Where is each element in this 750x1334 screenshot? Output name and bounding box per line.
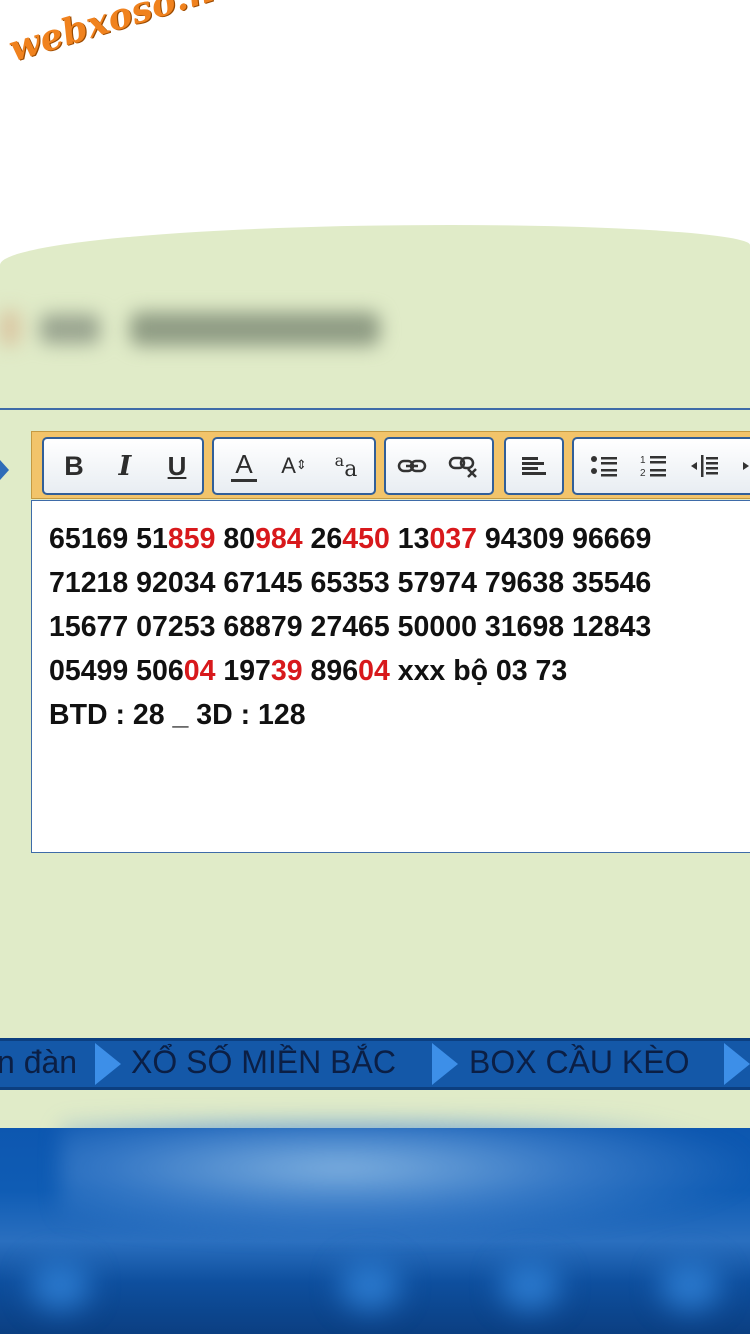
editor-content-area[interactable]: 65169 51859 80984 26450 13037 94309 9666…: [31, 500, 750, 853]
content-text: 197: [215, 655, 271, 687]
svg-text:1: 1: [640, 455, 646, 466]
content-text: 80: [215, 523, 256, 555]
underline-button[interactable]: U: [157, 439, 197, 493]
bold-button[interactable]: B: [54, 439, 94, 493]
font-case-icon: aa: [334, 450, 358, 482]
bullet-list-button[interactable]: [584, 439, 624, 493]
font-case-button[interactable]: aa: [326, 439, 366, 493]
numbered-list-icon: 12: [640, 453, 668, 479]
toolbar-group-link: [384, 437, 494, 495]
indent-button[interactable]: [734, 439, 750, 493]
bold-icon: B: [64, 450, 84, 481]
content-line: 15677 07253 68879 27465 50000 31698 1284…: [49, 605, 651, 649]
content-text: xxx bộ 03 73: [389, 655, 568, 687]
indent-icon: [739, 453, 750, 479]
content-text: 896: [302, 655, 359, 687]
toolbar-group-list: 12: [572, 437, 750, 495]
text-color-button[interactable]: A: [224, 439, 264, 493]
category-nav-bar: n đàn XỔ SỐ MIỀN BẮC BOX CẦU KÈO: [0, 1038, 750, 1090]
content-line: 71218 92034 67145 65353 57974 79638 3554…: [49, 561, 651, 605]
outdent-icon: [689, 453, 719, 479]
toolbar-group-font: A A⇕ aa: [212, 437, 376, 495]
arrow-right-icon: [0, 460, 9, 480]
content-text: 13: [389, 523, 430, 555]
text-color-icon: A: [231, 451, 257, 482]
font-size-button[interactable]: A⇕: [274, 439, 314, 493]
align-left-button[interactable]: [514, 439, 554, 493]
highlighted-number: 450: [342, 523, 390, 555]
footer-blurred-icons: [0, 1240, 750, 1330]
italic-icon: I: [118, 450, 132, 482]
post-content: 65169 51859 80984 26450 13037 94309 9666…: [49, 517, 651, 737]
content-text: 05499 506: [49, 655, 184, 687]
unlink-icon: [448, 453, 480, 479]
highlighted-number: 39: [270, 655, 303, 687]
italic-button[interactable]: I: [105, 439, 145, 493]
highlighted-number: 04: [358, 655, 390, 687]
nav-item-box-cau-keo[interactable]: BOX CẦU KÈO: [469, 1044, 690, 1081]
highlighted-number: 037: [429, 523, 477, 555]
editor-toolbar: B I U A A⇕ aa 1 2: [31, 431, 750, 499]
content-text: 71218 92034 67145 65353 57974 79638 3554…: [49, 567, 652, 599]
content-text: 26: [302, 523, 343, 555]
highlighted-number: 859: [167, 523, 216, 555]
font-size-icon: A⇕: [281, 453, 307, 478]
numbered-list-button[interactable]: 12: [634, 439, 674, 493]
content-line: BTD : 28 _ 3D : 128: [49, 693, 651, 737]
underline-icon: U: [167, 450, 187, 481]
link-button[interactable]: [392, 439, 432, 493]
unlink-button[interactable]: [444, 439, 484, 493]
content-text: 15677 07253 68879 27465 50000 31698 1284…: [49, 611, 652, 643]
toolbar-group-align: [504, 437, 564, 495]
footer-blurred-banner: [60, 1120, 750, 1240]
highlighted-number: 984: [255, 523, 303, 555]
content-text: 65169 51: [49, 523, 168, 555]
toolbar-group-format: B I U: [42, 437, 204, 495]
content-text: 94309 96669: [477, 523, 652, 555]
bullet-list-icon: [590, 454, 618, 478]
nav-separator-arrow-icon: [432, 1043, 458, 1085]
content-text: BTD : 28 _ 3D : 128: [49, 699, 306, 731]
align-left-icon: [521, 455, 547, 477]
content-line: 65169 51859 80984 26450 13037 94309 9666…: [49, 517, 651, 561]
blurred-post-title: [0, 298, 390, 358]
nav-separator-arrow-icon: [724, 1043, 750, 1085]
link-icon: [397, 456, 427, 476]
nav-separator-arrow-icon: [95, 1043, 121, 1085]
outdent-button[interactable]: [684, 439, 724, 493]
nav-item-dien-dan[interactable]: n đàn: [0, 1044, 77, 1081]
highlighted-number: 04: [183, 655, 216, 687]
nav-item-xo-so-mien-bac[interactable]: XỔ SỐ MIỀN BẮC: [131, 1044, 396, 1081]
svg-text:2: 2: [640, 468, 646, 479]
content-line: 05499 50604 19739 89604 xxx bộ 03 73: [49, 649, 651, 693]
